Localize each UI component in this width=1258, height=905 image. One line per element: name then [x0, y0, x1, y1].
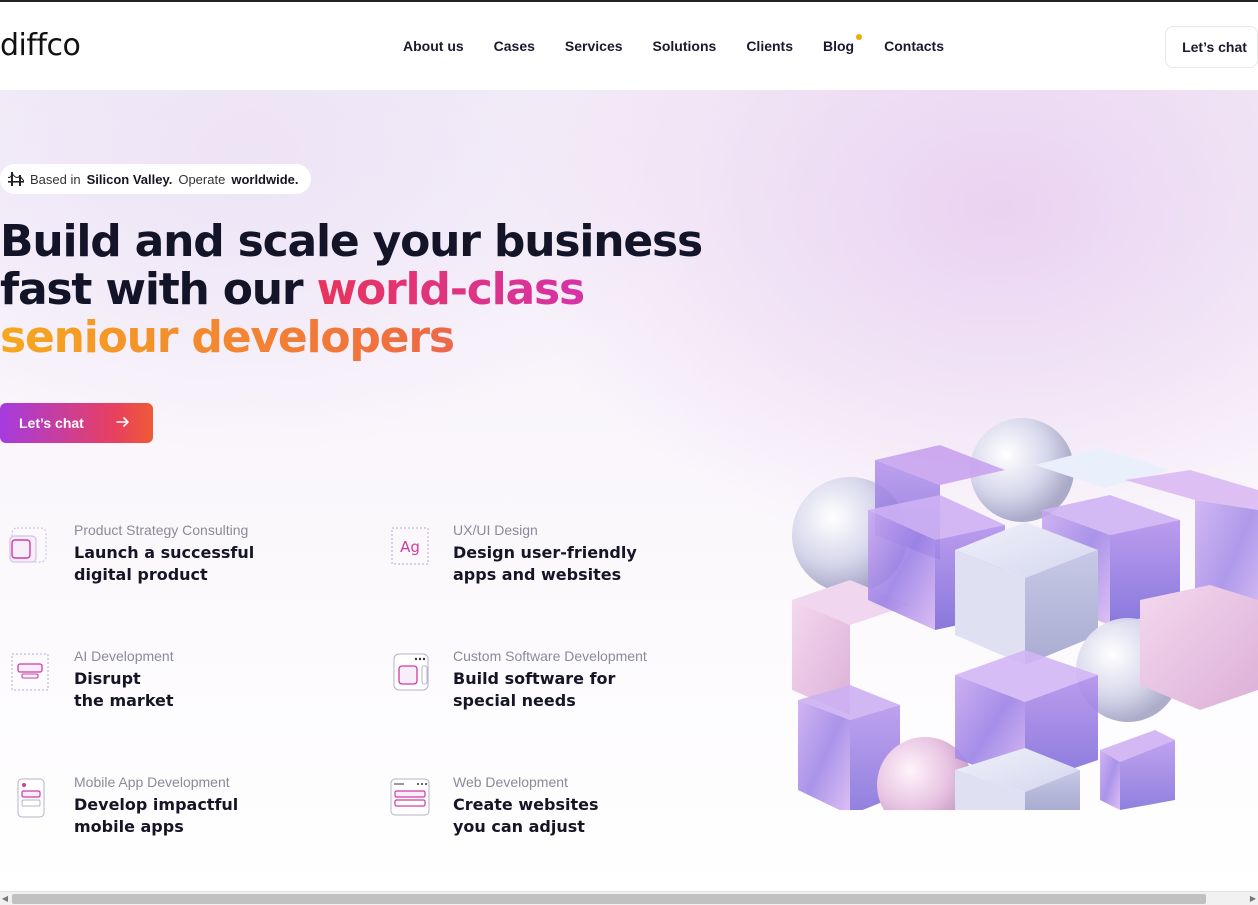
hero-lets-chat-button[interactable]: Let’s chat [0, 403, 153, 443]
service-title-line-1: Design user-friendly [453, 543, 637, 562]
headline-line-2: fast with our world-class [0, 266, 700, 314]
service-category: Mobile App Development [74, 774, 230, 790]
service-title-line-1: Build software for [453, 669, 616, 688]
scroll-left-arrow-icon[interactable]: ◀ [0, 894, 10, 904]
service-product-strategy[interactable]: Product Strategy Consulting Launch a suc… [8, 522, 308, 586]
service-title-line-1: Launch a successful [74, 543, 255, 562]
service-web-development[interactable]: Web Development Create websites you can … [390, 774, 690, 838]
service-title-line-2: mobile apps [74, 817, 184, 836]
scrollbar-thumb[interactable] [12, 894, 1206, 904]
nav-solutions[interactable]: Solutions [653, 38, 717, 56]
nav-cases[interactable]: Cases [494, 38, 535, 56]
ai-development-icon [11, 653, 49, 691]
headline-line-1: Build and scale your business [0, 216, 703, 267]
headline-accent-world-class: world-class [316, 264, 586, 315]
service-category: Product Strategy Consulting [74, 522, 249, 538]
service-title: Build software for special needs [453, 668, 615, 712]
service-title-line-1: Develop impactful [74, 795, 239, 814]
service-title: Create websites you can adjust [453, 794, 598, 838]
scroll-right-arrow-icon[interactable]: ▶ [1248, 894, 1258, 904]
nav-services[interactable]: Services [565, 38, 623, 56]
service-category: AI Development [74, 648, 174, 664]
logo[interactable]: diffco [0, 28, 81, 63]
site-header: diffco About us Cases Services Solutions… [0, 2, 1258, 90]
service-ux-ui-design[interactable]: Ag UX/UI Design Design user-friendly app… [390, 522, 690, 586]
service-custom-software[interactable]: Custom Software Development Build softwa… [392, 648, 692, 712]
headline-accent-developers: seniour developers [0, 314, 700, 362]
nav-about-us[interactable]: About us [403, 38, 464, 56]
badge-place: Silicon Valley. [86, 171, 173, 187]
header-lets-chat-button[interactable]: Let’s chat [1165, 26, 1258, 68]
service-category: Web Development [453, 774, 568, 790]
service-title-line-2: apps and websites [453, 565, 622, 584]
ag-glyph: Ag [400, 538, 420, 556]
service-title: Launch a successful digital product [74, 542, 254, 586]
headline-line-2-plain: fast with our [0, 264, 317, 315]
service-title-line-2: special needs [453, 691, 576, 710]
service-mobile-app[interactable]: Mobile App Development Develop impactful… [14, 774, 314, 838]
nav-blog-wrap: Blog [823, 34, 863, 56]
hero-cta-label: Let’s chat [19, 415, 84, 431]
service-title: Design user-friendly apps and websites [453, 542, 637, 586]
horizontal-scrollbar[interactable]: ◀ ▶ [0, 891, 1258, 905]
custom-software-icon [393, 653, 429, 691]
new-post-dot [856, 34, 863, 40]
service-title-line-2: the market [74, 691, 174, 710]
service-category: UX/UI Design [453, 522, 538, 538]
badge-middle: Operate [178, 171, 226, 187]
service-title-line-2: digital product [74, 565, 208, 584]
hero-section: Based in Silicon Valley. Operate worldwi… [0, 90, 1258, 890]
typography-ag-icon: Ag [391, 527, 429, 565]
hero-cube-illustration [792, 418, 1258, 810]
web-development-icon [390, 778, 430, 816]
badge-prefix: Based in [30, 171, 81, 187]
service-ai-development[interactable]: AI Development Disrupt the market [10, 648, 310, 712]
service-title-line-2: you can adjust [453, 817, 585, 836]
nav-clients[interactable]: Clients [746, 38, 793, 56]
arrow-right-icon [116, 417, 129, 427]
service-title: Disrupt the market [74, 668, 174, 712]
location-badge: Based in Silicon Valley. Operate worldwi… [0, 164, 311, 194]
main-nav: About us Cases Services Solutions Client… [403, 34, 944, 56]
golden-gate-bridge-icon [8, 172, 24, 186]
service-category: Custom Software Development [453, 648, 647, 664]
service-title-line-1: Create websites [453, 795, 599, 814]
badge-scope: worldwide. [231, 171, 299, 187]
mobile-app-icon [17, 778, 45, 818]
nav-blog[interactable]: Blog [823, 38, 854, 54]
service-title-line-1: Disrupt [74, 669, 141, 688]
service-title: Develop impactful mobile apps [74, 794, 238, 838]
hero-headline: Build and scale your business fast with … [0, 216, 703, 362]
product-strategy-icon [9, 527, 47, 563]
nav-contacts[interactable]: Contacts [884, 38, 944, 56]
